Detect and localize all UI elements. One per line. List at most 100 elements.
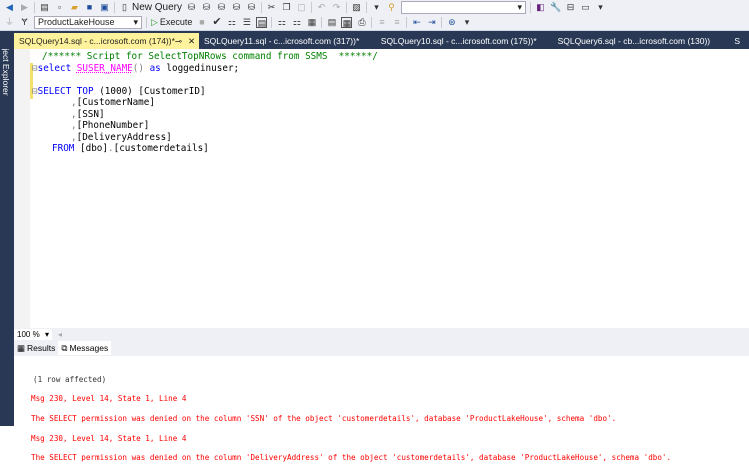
document-tabs: SQLQuery14.sql - c...icrosoft.com (174))…	[0, 31, 749, 49]
undo-icon[interactable]: ↶	[316, 2, 327, 13]
tab-label: S	[734, 36, 741, 46]
error-message-line: The SELECT permission was denied on the …	[31, 453, 672, 463]
actual-plan-icon[interactable]: ⚏	[276, 17, 287, 28]
specify-template-values-icon[interactable]: ⊛	[446, 17, 457, 28]
separator	[311, 1, 313, 13]
back-icon[interactable]: ◀	[4, 2, 15, 13]
new-query-label: New Query	[132, 1, 183, 13]
parse-check-icon[interactable]: ✔	[211, 16, 222, 28]
open-file-icon[interactable]: ▰	[69, 2, 80, 13]
column: [CustomerName]	[76, 97, 155, 108]
results-to-text-icon[interactable]: ▤	[326, 17, 337, 28]
separator	[146, 16, 147, 28]
tab-label: SQLQuery6.sql - cb...icrosoft.com (130))	[557, 36, 711, 46]
properties-wrench-icon[interactable]: 🔧	[550, 2, 561, 13]
messages-icon: ⧉	[61, 343, 68, 353]
connect-icon[interactable]: ⏚	[4, 17, 15, 28]
code-line: ,[DeliveryAddress]	[71, 132, 172, 143]
tab-results[interactable]: ▦ Results	[14, 341, 58, 355]
tab-sqlquery10[interactable]: SQLQuery10.sql - c...icrosoft.com (175))…	[376, 33, 553, 49]
column: [CustomerID]	[138, 86, 206, 97]
db-query-icon[interactable]: ⛁	[186, 2, 197, 13]
mdx-query-icon[interactable]: ⛁	[201, 2, 212, 13]
query-editor[interactable]: /****** Script for SelectTopNRows comman…	[14, 49, 749, 328]
separator	[530, 1, 532, 13]
code-line: /****** Script for SelectTopNRows comman…	[42, 51, 378, 62]
stop-icon[interactable]: ■	[196, 17, 207, 28]
tab-messages[interactable]: ⧉ Messages	[58, 341, 112, 355]
code-line: ,[CustomerName]	[71, 97, 155, 108]
estimated-plan-icon[interactable]: ⚏	[226, 17, 237, 28]
code-line: ⊟select SUSER_NAME() as loggedinuser;	[32, 63, 239, 74]
overflow-icon[interactable]: ▾	[461, 17, 472, 28]
cut-icon[interactable]: ✂	[266, 2, 277, 13]
results-to-grid-icon[interactable]: ▤	[256, 16, 268, 28]
add-item-icon[interactable]: ▫	[54, 2, 65, 13]
zoom-bar: 100 % ▾ ◂	[14, 328, 749, 340]
comment-icon[interactable]: ≡	[376, 17, 387, 28]
new-query-button[interactable]: ▯ New Query	[119, 2, 182, 13]
identifier: loggedinuser;	[166, 63, 240, 74]
increase-indent-icon[interactable]: ⇥	[426, 17, 437, 28]
code-line: FROM [dbo].[customerdetails]	[52, 143, 209, 154]
keyword: SELECT TOP	[37, 86, 100, 97]
client-stats-icon[interactable]: ▦	[306, 17, 317, 28]
separator	[271, 16, 273, 28]
solution-explorer-icon[interactable]: ◧	[535, 2, 546, 13]
separator	[34, 1, 35, 13]
redo-icon[interactable]: ↷	[331, 2, 342, 13]
change-connection-icon[interactable]: Ɏ	[19, 17, 30, 28]
new-project-icon[interactable]: ▤	[39, 2, 50, 13]
messages-pane[interactable]: (1 row affected) Msg 230, Level 14, Stat…	[14, 356, 749, 462]
code-line: ,[SSN]	[71, 109, 105, 120]
paste-icon[interactable]: ▢	[296, 2, 307, 13]
zoom-select[interactable]: 100 % ▾	[14, 328, 52, 340]
tab-sqlquery6[interactable]: SQLQuery6.sql - cb...icrosoft.com (130))	[553, 33, 730, 49]
results-tabs: ▦ Results ⧉ Messages	[14, 340, 749, 356]
separator	[114, 1, 115, 13]
tab-label: SQLQuery10.sql - c...icrosoft.com (175))…	[380, 36, 537, 46]
live-stats-icon[interactable]: ⚏	[291, 17, 302, 28]
schema: [dbo]	[80, 143, 108, 154]
dmx-query-icon[interactable]: ⛁	[216, 2, 227, 13]
execute-label: Execute	[159, 17, 193, 27]
keyword: as	[149, 63, 167, 74]
overflow-icon[interactable]: ▾	[595, 2, 606, 13]
save-all-icon[interactable]: ▣	[99, 2, 110, 13]
number: (1000)	[99, 86, 139, 97]
activity-monitor-icon[interactable]: ▨	[351, 2, 362, 13]
pin-icon[interactable]: ⊸	[175, 36, 182, 46]
find-input[interactable]: ▾	[401, 0, 527, 14]
column: [SSN]	[76, 109, 105, 120]
close-icon[interactable]: ✕	[188, 36, 195, 46]
execute-button[interactable]: ▷ Execute	[151, 17, 192, 28]
play-icon: ▷	[151, 16, 158, 27]
code-line: ,[PhoneNumber]	[71, 120, 150, 131]
save-icon[interactable]: ■	[84, 2, 95, 13]
chevron-down-icon: ▾	[133, 16, 138, 27]
command-window-icon[interactable]: ▭	[580, 2, 591, 13]
tab-sqlquery11[interactable]: SQLQuery11.sql - c...icrosoft.com (317))…	[199, 33, 376, 49]
find-icon[interactable]: ⚲	[386, 2, 397, 13]
toolbox-icon[interactable]: ⊟	[565, 2, 576, 13]
object-explorer-strip[interactable]: Object Explorer	[0, 31, 14, 426]
tab-overflow[interactable]: S	[729, 33, 749, 49]
xmla-query-icon[interactable]: ⛁	[231, 2, 242, 13]
tab-sqlquery14[interactable]: SQLQuery14.sql - c...icrosoft.com (174))…	[14, 33, 199, 49]
comment: /****** Script for SelectTopNRows comman…	[42, 51, 378, 62]
query-designer-icon[interactable]: ☰	[241, 17, 252, 28]
grid-icon: ▦	[17, 343, 26, 353]
function: SUSER_NAME	[76, 63, 133, 74]
forward-icon[interactable]: ▶	[19, 2, 30, 13]
results-to-file-icon[interactable]: ⎙	[356, 17, 367, 28]
dropdown-arrow-icon[interactable]: ▾	[371, 2, 382, 13]
copy-icon[interactable]: ❐	[281, 2, 292, 13]
das-query-icon[interactable]: ⛁	[246, 2, 257, 13]
database-select[interactable]: ProductLakeHouse ▾	[34, 15, 142, 29]
sql-editor-toolbar: ⏚ Ɏ ProductLakeHouse ▾ ▷ Execute ■ ✔ ⚏ ☰ ▤…	[0, 14, 749, 31]
decrease-indent-icon[interactable]: ⇤	[411, 17, 422, 28]
results-grid-icon[interactable]: ▦	[341, 16, 353, 28]
uncomment-icon[interactable]: ≡	[391, 17, 402, 28]
scroll-left-icon[interactable]: ◂	[58, 330, 62, 339]
separator	[321, 16, 323, 28]
